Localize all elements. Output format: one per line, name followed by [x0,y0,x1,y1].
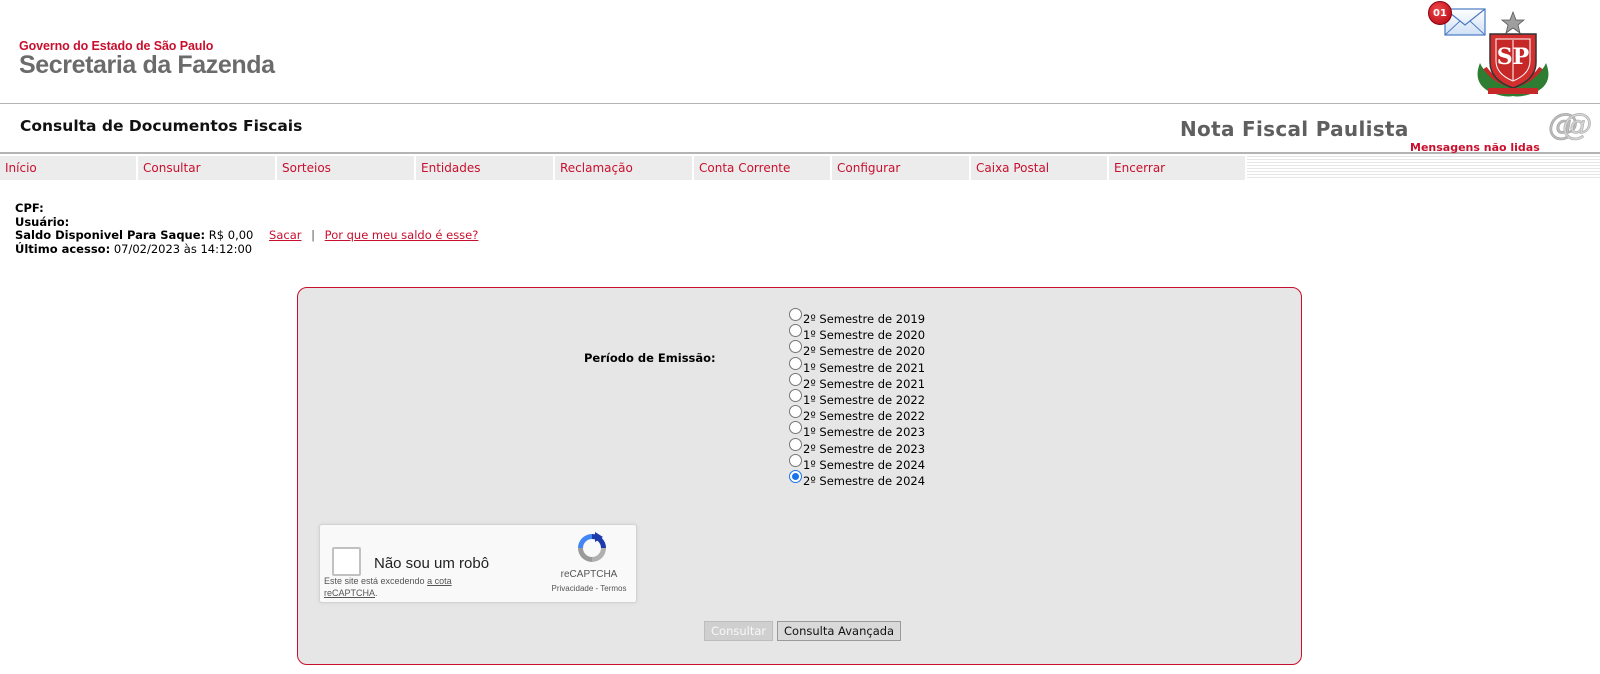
consulta-form-panel: Período de Emissão: 2º Semestre de 2019 1… [297,287,1302,665]
government-logo[interactable]: Governo do Estado de São Paulo Secretari… [19,39,275,79]
nav-item-sorteios[interactable]: Sorteios [277,156,416,180]
link-separator: | [311,228,316,242]
recaptcha-label: Não sou um robô [374,555,490,572]
periodo-option[interactable]: 1º Semestre de 2023 [789,421,926,440]
periodo-radio[interactable] [789,372,802,386]
periodo-option[interactable]: 1º Semestre de 2022 [789,388,926,407]
periodo-option[interactable]: 2º Semestre de 2022 [789,405,926,424]
ultimo-acesso-value: 07/02/2023 às 14:12:00 [113,241,253,256]
ultimo-acesso-label: Último acesso: [15,241,111,256]
recaptcha-terms-separator: - [595,584,599,593]
periodo-radio[interactable] [789,388,802,402]
periodo-option-label: 2º Semestre de 2023 [803,441,926,456]
recaptcha-terms-link[interactable]: Termos [600,584,626,593]
nav-item-entidades[interactable]: Entidades [416,156,555,180]
recaptcha-quota-warning: Este site está excedendo a cota reCAPTCH… [324,576,499,599]
usuario-label: Usuário: [15,214,70,229]
periodo-option-label: 2º Semestre de 2024 [803,473,926,488]
saldo-label: Saldo Disponivel Para Saque: [15,228,206,242]
periodo-radio[interactable] [789,405,802,419]
periodo-radio-group: 2º Semestre de 2019 1º Semestre de 2020 2º… [789,308,926,488]
recaptcha-checkbox[interactable] [332,547,361,576]
periodo-option-label: 1º Semestre de 2024 [803,457,926,472]
unread-count-badge: 01 [1428,1,1452,25]
saldo-value: R$ 0,00 [208,228,254,242]
messages-button[interactable]: 01 [1408,1,1558,47]
recaptcha-terms: Privacidade - Termos [536,584,642,593]
nav-item-consultar[interactable]: Consultar [138,156,277,180]
periodo-option[interactable]: 1º Semestre de 2024 [789,453,926,472]
nav-item-caixa-postal[interactable]: Caixa Postal [971,156,1109,180]
periodo-radio[interactable] [789,308,802,321]
periodo-option-label: 2º Semestre de 2019 [803,312,926,326]
recaptcha-warning-end: . [375,587,378,598]
user-info: CPF: Usuário: Saldo Disponivel Para Saqu… [15,201,479,256]
periodo-option-label: 1º Semestre de 2023 [803,425,926,440]
recaptcha-widget: Não sou um robô Este site está excedendo… [319,524,637,603]
periodo-radio[interactable] [789,453,802,467]
nav-filler [1247,156,1600,180]
nav-item-inicio[interactable]: Início [0,156,138,180]
main-navigation: Início Consultar Sorteios Entidades Recl… [0,156,1600,180]
periodo-option[interactable]: 1º Semestre de 2020 [789,324,926,343]
periodo-option-label: 1º Semestre de 2021 [803,360,926,375]
periodo-option[interactable]: 2º Semestre de 2019 [789,308,926,326]
por-que-saldo-link[interactable]: Por que meu saldo é esse? [325,228,479,242]
nav-item-reclamacao[interactable]: Reclamação [555,156,694,180]
secretaria-name: Secretaria da Fazenda [19,51,275,79]
periodo-radio[interactable] [789,469,802,483]
site-header: Governo do Estado de São Paulo Secretari… [0,0,1600,104]
periodo-radio[interactable] [789,324,802,338]
email-at-icon[interactable]: @ @ [1548,108,1592,142]
periodo-option-label: 1º Semestre de 2020 [803,328,926,343]
recaptcha-privacy-link[interactable]: Privacidade [551,584,593,593]
nav-item-configurar[interactable]: Configurar [832,156,971,180]
page-title: Consulta de Documentos Fiscais [20,117,303,135]
periodo-radio[interactable] [789,340,802,354]
unread-messages-link[interactable]: Mensagens não lidas [1410,141,1540,154]
consultar-button[interactable]: Consultar [704,621,774,641]
app-title: Nota Fiscal Paulista [1180,117,1409,141]
nav-item-encerrar[interactable]: Encerrar [1109,156,1247,180]
periodo-option[interactable]: 2º Semestre de 2020 [789,340,926,359]
periodo-option[interactable]: 2º Semestre de 2023 [789,437,926,456]
recaptcha-warning-text: Este site está excedendo [324,576,425,586]
consulta-avancada-button[interactable]: Consulta Avançada [777,621,902,641]
periodo-option[interactable]: 2º Semestre de 2024 [789,469,926,488]
periodo-option[interactable]: 2º Semestre de 2021 [789,372,926,391]
periodo-option-label: 1º Semestre de 2022 [803,392,926,407]
periodo-radio[interactable] [789,356,802,370]
recaptcha-brand: reCAPTCHA [560,569,618,580]
periodo-radio[interactable] [789,437,802,451]
recaptcha-logo-icon [578,532,606,562]
nav-item-conta-corrente[interactable]: Conta Corrente [694,156,832,180]
periodo-option-label: 2º Semestre de 2020 [803,344,926,359]
periodo-option[interactable]: 1º Semestre de 2021 [789,356,926,375]
periodo-radio[interactable] [789,421,802,435]
periodo-option-label: 2º Semestre de 2022 [803,409,926,424]
cpf-label: CPF: [15,201,44,215]
sub-header: Consulta de Documentos Fiscais Nota Fisc… [0,105,1600,154]
periodo-emissao-label: Período de Emissão: [584,351,716,365]
sacar-link[interactable]: Sacar [269,228,301,242]
periodo-option-label: 2º Semestre de 2021 [803,376,926,391]
svg-text:@: @ [1562,108,1592,142]
